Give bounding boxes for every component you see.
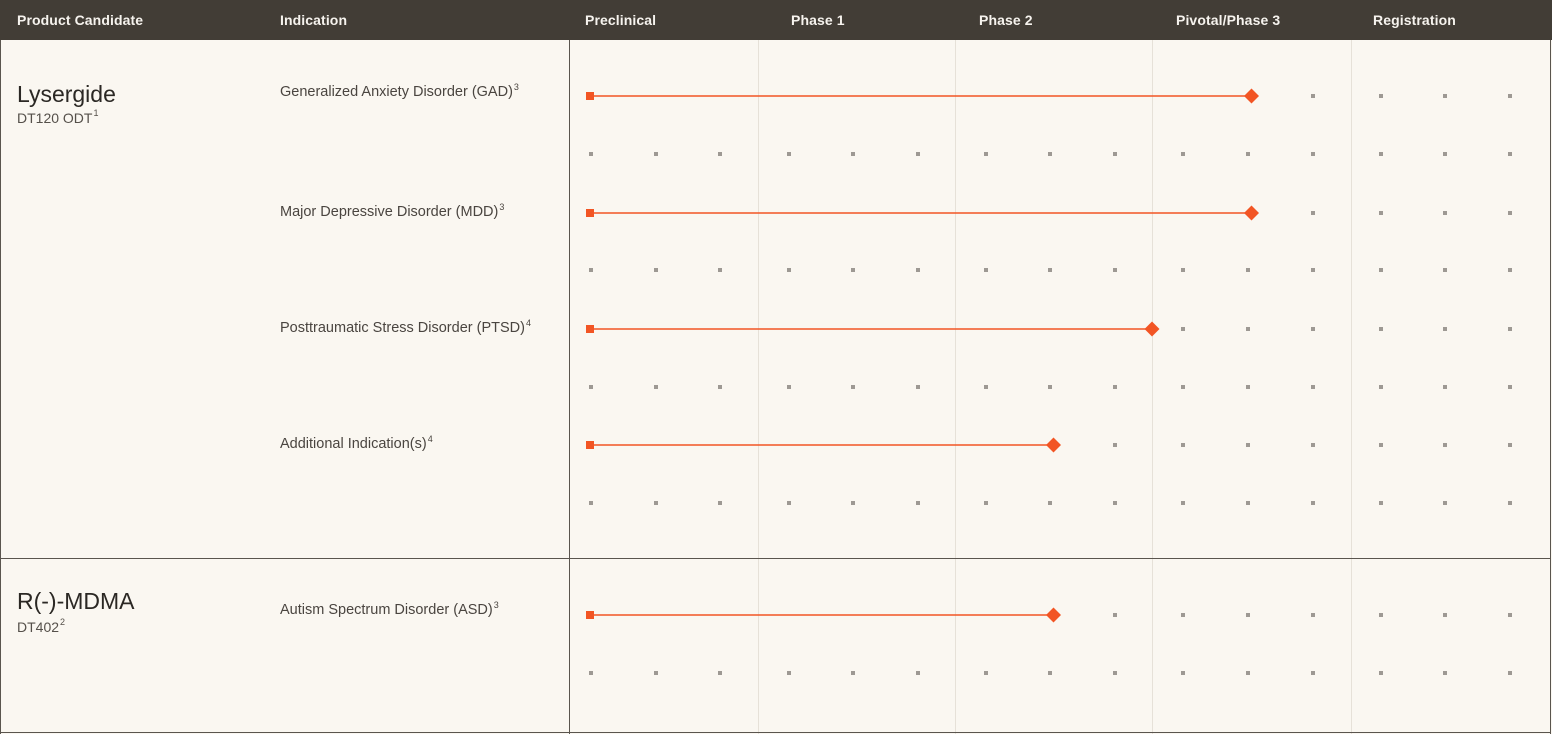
progress-bar [586, 607, 1061, 623]
progress-start-marker [586, 611, 594, 619]
progress-end-diamond [1244, 88, 1259, 104]
column-divider [569, 40, 570, 734]
pipeline-chart: Product Candidate Indication Preclinical… [0, 0, 1552, 734]
progress-start-marker [586, 441, 594, 449]
indication-additional: Additional Indication(s)4 [280, 434, 433, 452]
indication-asd: Autism Spectrum Disorder (ASD)3 [280, 600, 499, 618]
progress-end-diamond [1144, 321, 1160, 337]
footnote-marker: 2 [60, 617, 66, 627]
product-code: DT120 ODT1 [17, 108, 99, 126]
product-name-lysergide: Lysergide [17, 81, 116, 107]
progress-end-diamond [1046, 607, 1061, 623]
footnote-marker: 3 [513, 82, 519, 92]
product-row-divider [0, 558, 1551, 559]
footnote-marker: 3 [499, 202, 505, 212]
indication-ptsd: Posttraumatic Stress Disorder (PTSD)4 [280, 318, 531, 336]
footnote-marker: 1 [93, 108, 99, 118]
progress-end-diamond [1046, 437, 1061, 453]
progress-bars [586, 88, 1259, 623]
progress-start-marker [586, 92, 594, 100]
progress-end-diamond [1244, 205, 1259, 221]
footnote-marker: 3 [493, 600, 499, 610]
progress-bar [586, 88, 1259, 104]
footnote-marker: 4 [525, 318, 531, 328]
progress-bar [586, 205, 1259, 221]
table-border [0, 732, 1551, 733]
progress-start-marker [586, 209, 594, 217]
product-name-r-mdma: R(-)-MDMA [17, 588, 135, 614]
table-border [1550, 40, 1551, 734]
footnote-marker: 4 [427, 434, 433, 444]
indication-mdd: Major Depressive Disorder (MDD)3 [280, 202, 505, 220]
product-code: DT4022 [17, 617, 66, 635]
progress-start-marker [586, 325, 594, 333]
progress-bar [586, 437, 1061, 453]
table-border [0, 40, 1, 734]
progress-bar [586, 321, 1160, 337]
indication-gad: Generalized Anxiety Disorder (GAD)3 [280, 82, 519, 100]
